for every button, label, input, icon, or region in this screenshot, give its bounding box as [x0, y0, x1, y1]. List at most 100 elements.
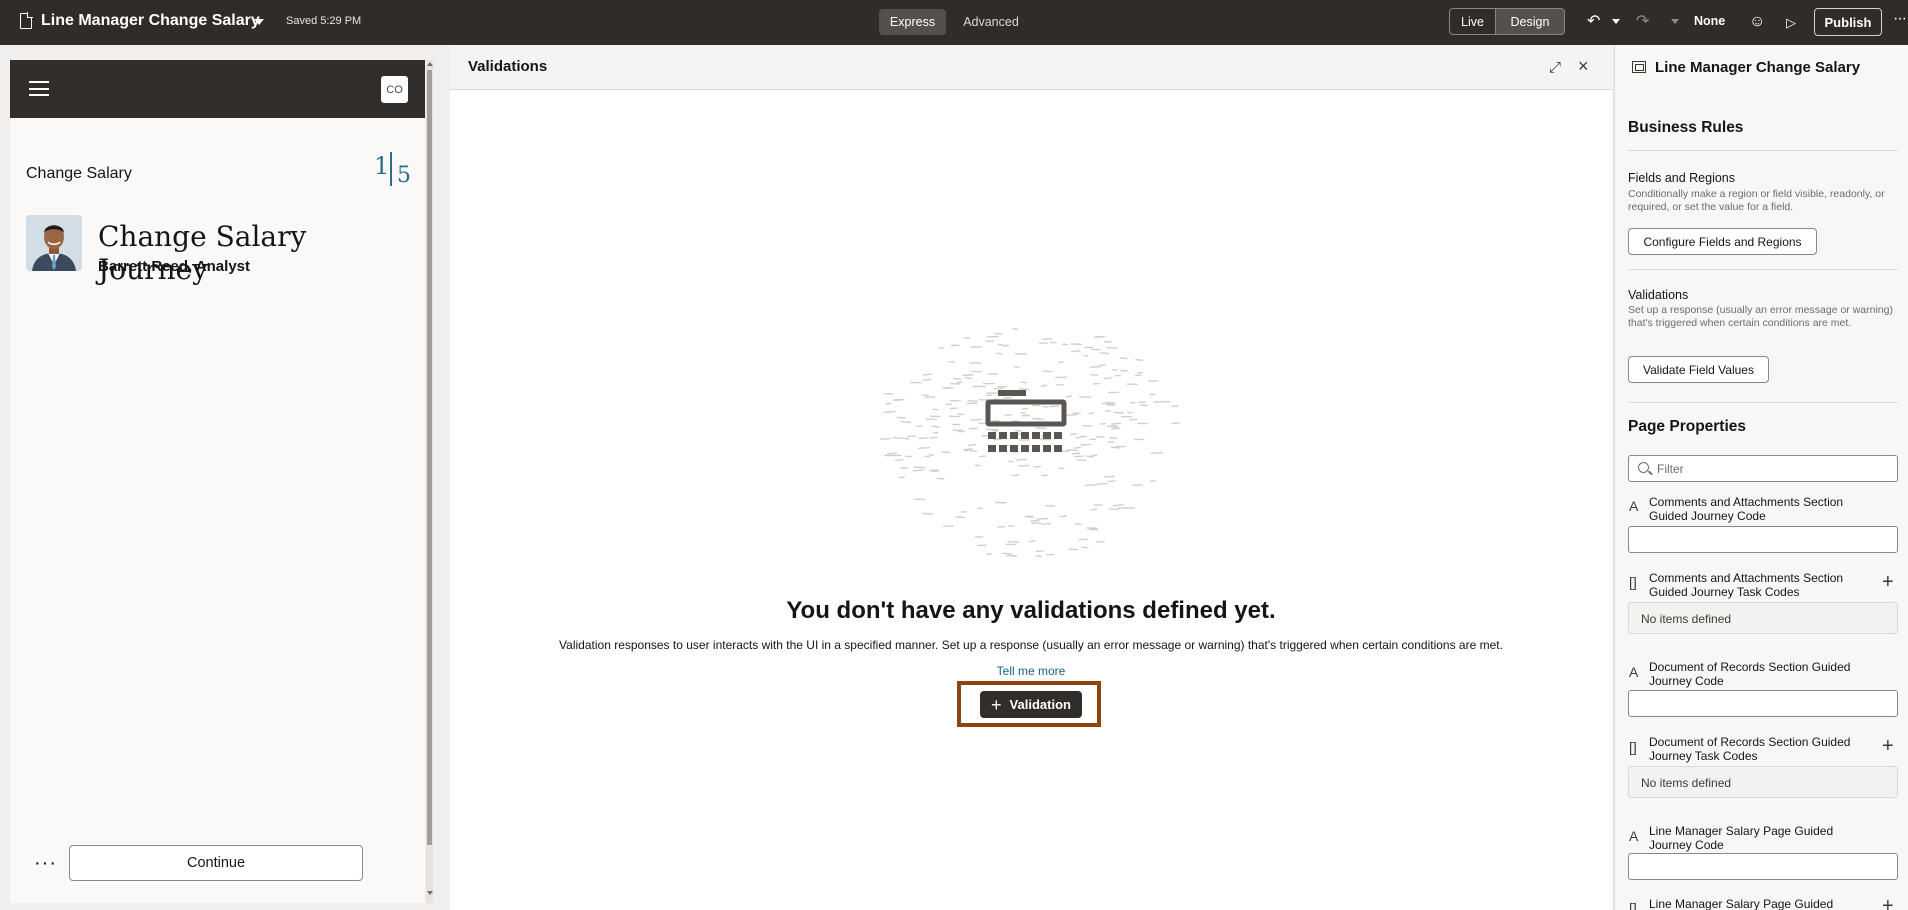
illustration-dash — [880, 437, 891, 440]
tab-express[interactable]: Express — [879, 9, 946, 35]
continue-button[interactable]: Continue — [69, 845, 363, 881]
illustration-dash — [1014, 429, 1023, 432]
illustration-dash — [883, 410, 896, 414]
illustration-dash — [1080, 443, 1092, 446]
illustration-dash — [1135, 358, 1144, 361]
illustration-dash — [1109, 436, 1118, 440]
scroll-down-icon[interactable] — [427, 891, 433, 895]
illustration-dash — [1042, 370, 1053, 373]
illustration-dash — [1109, 508, 1119, 511]
illustration-dash — [1018, 388, 1030, 391]
illustration-dash — [1029, 540, 1036, 543]
illustration-dash — [1110, 446, 1120, 449]
illustration-dash — [901, 437, 910, 440]
smiley-icon[interactable]: ☺ — [1749, 13, 1765, 31]
illustration-dash — [1070, 433, 1077, 436]
validate-field-values-button[interactable]: Validate Field Values — [1628, 356, 1769, 383]
document-icon — [20, 12, 33, 29]
illustration-dash — [1098, 364, 1107, 367]
live-toggle[interactable]: Live — [1450, 9, 1496, 34]
illustration-dash — [1012, 328, 1019, 331]
panel-title: Validations — [468, 58, 548, 75]
illustration-dash — [922, 373, 932, 376]
illustration-dash — [1042, 338, 1053, 340]
illustration-dash — [1090, 508, 1098, 511]
illustration-dash — [1099, 352, 1110, 355]
illustration-dash — [1036, 517, 1049, 520]
preview-scrollbar[interactable] — [426, 60, 433, 903]
properties-panel: Line Manager Change Salary Business Rule… — [1614, 45, 1908, 910]
illustration-dash — [1019, 411, 1026, 414]
more-actions-icon[interactable]: ··· — [34, 852, 57, 875]
divider — [1628, 269, 1898, 270]
scroll-up-icon[interactable] — [427, 62, 433, 66]
illustration-dash — [1103, 377, 1112, 380]
close-icon[interactable]: × — [1578, 56, 1589, 77]
illustration-dash — [1002, 552, 1013, 555]
user-initials-badge[interactable]: CO — [381, 76, 408, 103]
illustration-dash — [1038, 438, 1051, 441]
illustration-dash — [956, 381, 963, 384]
illustration-dash — [1088, 412, 1095, 415]
app-title[interactable]: Line Manager Change Salary — [41, 12, 260, 30]
property-input[interactable] — [1628, 690, 1898, 717]
property-input[interactable] — [1628, 853, 1898, 880]
illustration-dash — [1085, 455, 1095, 458]
illustration-dash — [992, 429, 999, 432]
illustration-dash — [932, 470, 940, 473]
add-item-icon[interactable]: + — [1882, 896, 1894, 910]
illustration-dash — [1070, 343, 1083, 346]
text-type-icon: A — [1629, 828, 1639, 844]
step-current: 1 — [374, 152, 390, 180]
add-validation-button[interactable]: + Validation — [980, 691, 1082, 718]
design-toggle[interactable]: Design — [1496, 9, 1564, 34]
illustration-dash — [913, 466, 926, 469]
property-input[interactable] — [1628, 526, 1898, 553]
illustration-dash — [952, 378, 962, 380]
add-item-icon[interactable]: + — [1882, 572, 1894, 592]
illustration-dash — [1066, 413, 1078, 417]
preview-header: CO — [10, 60, 425, 118]
expand-icon[interactable]: ⤢ — [1549, 59, 1561, 76]
illustration-dash — [1055, 376, 1068, 379]
configure-fields-regions-button[interactable]: Configure Fields and Regions — [1628, 228, 1817, 255]
tell-me-more-link[interactable]: Tell me more — [450, 664, 1612, 678]
search-icon — [1638, 462, 1649, 473]
illustration-dash — [957, 413, 964, 416]
hamburger-menu-icon[interactable] — [29, 81, 49, 96]
plus-icon: + — [991, 694, 1002, 715]
validations-header: Validations ⤢ × — [450, 45, 1612, 90]
property-label: Document of Records Section Guided Journ… — [1649, 660, 1851, 688]
undo-menu-caret-icon[interactable] — [1612, 19, 1620, 24]
redo-menu-caret-icon[interactable] — [1671, 19, 1679, 24]
journey-subtitle: Barrett Reed, Analyst — [98, 258, 250, 275]
more-icon[interactable]: ··· — [1893, 10, 1907, 28]
caret-down-icon[interactable] — [254, 19, 264, 25]
publish-button[interactable]: Publish — [1814, 8, 1882, 36]
view-toggle: Live Design — [1449, 8, 1565, 35]
illustration-dash — [986, 553, 993, 556]
undo-icon[interactable]: ↶ — [1587, 13, 1600, 31]
illustration-dash — [1012, 420, 1020, 423]
illustration-dash — [922, 512, 934, 515]
validations-help: Set up a response (usually an error mess… — [1628, 304, 1893, 329]
illustration-dash — [1065, 395, 1073, 398]
scrollbar-thumb[interactable] — [427, 70, 432, 845]
illustration-dash — [936, 477, 945, 480]
top-bar: Line Manager Change Salary Saved 5:29 PM… — [0, 0, 1908, 45]
tab-advanced[interactable]: Advanced — [950, 9, 1032, 35]
illustration-dash — [969, 449, 978, 453]
illustration-dash — [883, 392, 894, 395]
section-label: Change Salary — [26, 165, 132, 182]
empty-state-heading: You don't have any validations defined y… — [786, 597, 1276, 624]
play-icon[interactable]: ▷ — [1786, 14, 1796, 32]
property-label: Comments and Attachments Section Guided … — [1649, 571, 1844, 599]
sandbox-label[interactable]: None — [1694, 14, 1725, 28]
illustration-dash — [1095, 482, 1108, 485]
illustration-dash — [979, 455, 987, 458]
add-item-icon[interactable]: + — [1882, 736, 1894, 756]
illustration-dash — [922, 378, 932, 381]
filter-input[interactable] — [1657, 460, 1887, 478]
filter-field[interactable] — [1628, 455, 1898, 482]
redo-icon[interactable]: ↷ — [1636, 13, 1649, 31]
